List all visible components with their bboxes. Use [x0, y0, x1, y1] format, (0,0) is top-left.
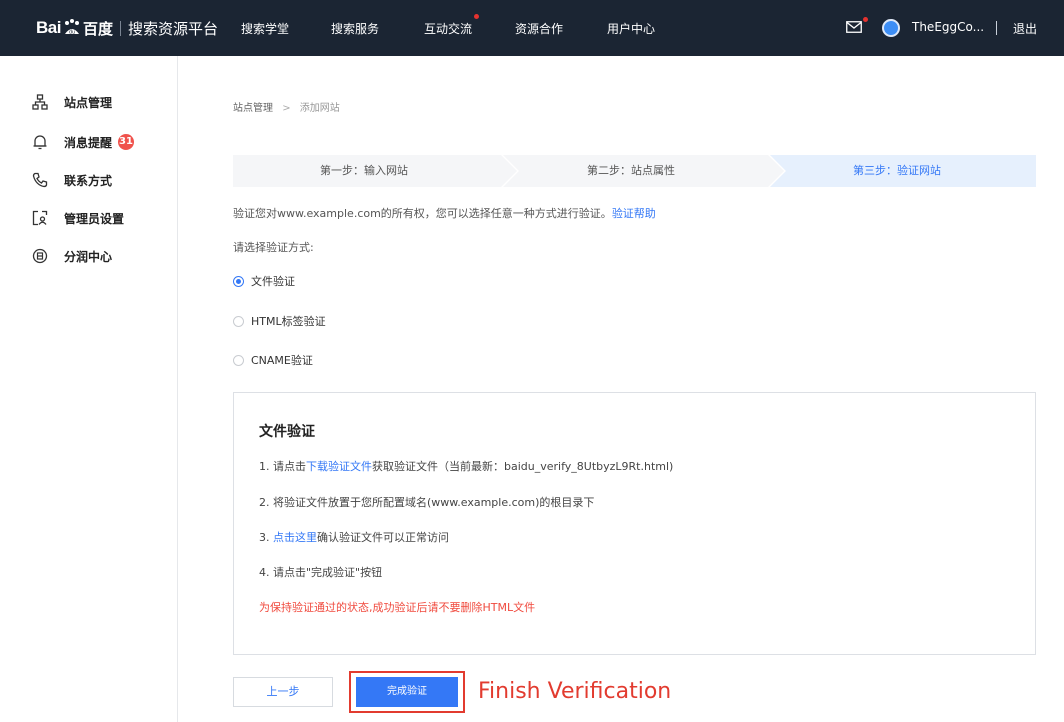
baidu-logo[interactable]: Bai du 百度 搜索资源平台: [36, 16, 218, 40]
revenue-icon: [32, 248, 48, 264]
nav-search-service[interactable]: 搜索服务: [331, 20, 379, 37]
sidebar-item-label: 消息提醒: [64, 135, 113, 150]
choose-method-label: 请选择验证方式:: [233, 241, 314, 254]
finish-verification-button[interactable]: 完成验证: [356, 677, 458, 707]
verification-help-link[interactable]: 验证帮助: [612, 207, 656, 220]
platform-name: 搜索资源平台: [127, 19, 218, 38]
annotation-label: Finish Verification: [478, 679, 672, 704]
nav-search-academy[interactable]: 搜索学堂: [241, 20, 289, 37]
admin-icon: [32, 210, 48, 226]
header-divider: [996, 21, 997, 35]
breadcrumb-current: 添加网站: [299, 103, 340, 114]
sidebar-item-label: 分润中心: [64, 249, 113, 264]
sitemap-icon: [32, 94, 48, 110]
svg-text:du: du: [69, 30, 75, 36]
step-1: 第一步：输入网站: [320, 164, 408, 177]
instruction-step-3: 3. 点击这里确认验证文件可以正常访问: [259, 529, 449, 545]
panel-title: 文件验证: [259, 424, 315, 440]
method-label: CNAME验证: [251, 354, 313, 367]
sidebar-item-site-management[interactable]: 站点管理: [32, 92, 112, 112]
method-html-tag-option[interactable]: HTML标签验证: [233, 313, 326, 329]
sidebar: 站点管理 消息提醒 31 联系方式 管理员设置 分润中心: [0, 56, 178, 722]
instruction-step-2: 2. 将验证文件放置于您所配置域名(www.example.com)的根目录下: [259, 496, 595, 509]
bell-icon: [33, 135, 47, 150]
step-text: 1. 请点击: [259, 460, 306, 473]
phone-icon: [32, 172, 48, 188]
unread-count-badge: 31: [118, 134, 135, 150]
method-file-option[interactable]: 文件验证: [233, 273, 295, 289]
sidebar-item-label: 管理员设置: [64, 211, 125, 226]
nav-notification-dot: [474, 14, 479, 19]
radio-unchecked-icon[interactable]: [233, 315, 244, 327]
mail-notification-dot: [863, 17, 868, 22]
step-3-active: 第三步：验证网站: [853, 164, 941, 177]
method-cname-option[interactable]: CNAME验证: [233, 352, 313, 368]
description-text: 验证您对www.example.com的所有权，您可以选择任意一种方式进行验证。: [233, 207, 612, 220]
top-navigation-bar: Bai du 百度 搜索资源平台 搜索学堂 搜索服务 互动交流 资源合作 用户中…: [0, 0, 1064, 56]
sidebar-item-admin-settings[interactable]: 管理员设置: [32, 208, 124, 228]
paw-logo-icon: du: [64, 19, 79, 36]
step-text: 3.: [259, 531, 273, 544]
download-verification-file-link[interactable]: 下载验证文件: [306, 460, 372, 473]
sidebar-item-label: 联系方式: [64, 173, 113, 188]
logout-link[interactable]: 退出: [1013, 20, 1037, 37]
sidebar-item-revenue-center[interactable]: 分润中心: [32, 246, 112, 266]
username[interactable]: TheEggCo...: [912, 20, 984, 34]
breadcrumb-root[interactable]: 站点管理: [233, 103, 273, 114]
file-verification-panel: 文件验证 1. 请点击下载验证文件获取验证文件（当前最新：baidu_verif…: [233, 392, 1036, 655]
verification-description: 验证您对www.example.com的所有权，您可以选择任意一种方式进行验证。…: [233, 205, 656, 221]
mail-icon[interactable]: [846, 21, 862, 33]
method-label: HTML标签验证: [251, 315, 326, 328]
click-here-link[interactable]: 点击这里: [273, 531, 317, 544]
avatar[interactable]: [882, 19, 900, 37]
logo-bai-text: Bai: [36, 18, 61, 37]
nav-cooperation[interactable]: 资源合作: [515, 20, 563, 37]
previous-step-button[interactable]: 上一步: [233, 677, 333, 707]
sidebar-item-contact[interactable]: 联系方式: [32, 170, 112, 190]
method-label: 文件验证: [251, 275, 295, 288]
sidebar-item-label: 站点管理: [64, 95, 113, 110]
breadcrumb-separator: >: [282, 103, 291, 114]
step-text: 获取验证文件（当前最新：baidu_verify_8UtbyzL9Rt.html…: [372, 460, 674, 473]
logo-du-text: 百度: [82, 19, 113, 38]
warning-text: 为保持验证通过的状态,成功验证后请不要删除HTML文件: [259, 601, 536, 614]
step-indicator: 第一步：输入网站 第二步：站点属性 第三步：验证网站: [233, 155, 1036, 187]
logo-divider: [119, 20, 121, 36]
instruction-step-1: 1. 请点击下载验证文件获取验证文件（当前最新：baidu_verify_8Ut…: [259, 458, 673, 474]
instruction-step-4: 4. 请点击"完成验证"按钮: [259, 566, 383, 579]
step-text: 确认验证文件可以正常访问: [317, 531, 449, 544]
radio-unchecked-icon[interactable]: [233, 354, 244, 366]
step-2: 第二步：站点属性: [587, 164, 675, 177]
sidebar-item-messages[interactable]: 消息提醒 31: [32, 132, 135, 152]
breadcrumb: 站点管理 > 添加网站: [233, 99, 340, 114]
nav-interaction[interactable]: 互动交流: [424, 20, 472, 37]
nav-user-center[interactable]: 用户中心: [607, 20, 655, 37]
radio-checked-icon[interactable]: [233, 275, 244, 287]
